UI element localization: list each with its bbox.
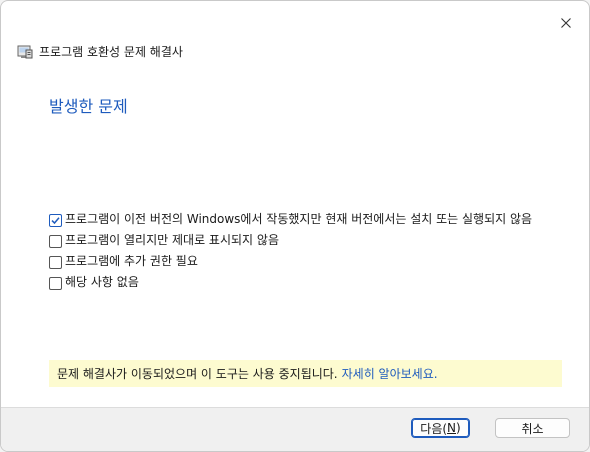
close-button[interactable] — [551, 9, 581, 37]
compatibility-troubleshooter-icon — [17, 45, 33, 58]
checkbox-unchecked[interactable] — [49, 277, 62, 290]
window-title: 프로그램 호환성 문제 해결사 — [39, 45, 183, 59]
option-not-install-or-run[interactable]: 프로그램이 이전 버전의 Windows에서 작동했지만 현재 버전에서는 설치… — [49, 212, 559, 227]
checkbox-unchecked[interactable] — [49, 256, 62, 269]
checkbox-checked[interactable] — [49, 214, 62, 227]
next-accelerator-key: N — [447, 421, 457, 435]
next-button[interactable]: 다음(N) — [411, 418, 470, 438]
option-label: 해당 사항 없음 — [65, 275, 139, 289]
troubleshooter-window: 프로그램 호환성 문제 해결사 발생한 문제 프로그램이 이전 버전의 Wind… — [0, 0, 590, 452]
cancel-button[interactable]: 취소 — [495, 418, 570, 438]
next-label-pre: 다음( — [420, 421, 448, 436]
checkbox-unchecked[interactable] — [49, 235, 62, 248]
page-title: 발생한 문제 — [49, 97, 128, 116]
option-not-applicable[interactable]: 해당 사항 없음 — [49, 275, 559, 290]
learn-more-link[interactable]: 자세히 알아보세요. — [342, 365, 438, 382]
cancel-label: 취소 — [521, 421, 544, 436]
close-icon — [561, 18, 571, 28]
option-display-incorrect[interactable]: 프로그램이 열리지만 제대로 표시되지 않음 — [49, 233, 559, 248]
option-needs-permissions[interactable]: 프로그램에 추가 권한 필요 — [49, 254, 559, 269]
option-label: 프로그램이 이전 버전의 Windows에서 작동했지만 현재 버전에서는 설치… — [65, 212, 533, 226]
next-label-post: ) — [456, 421, 461, 435]
problem-options-list: 프로그램이 이전 버전의 Windows에서 작동했지만 현재 버전에서는 설치… — [49, 212, 559, 296]
window-header: 프로그램 호환성 문제 해결사 — [17, 43, 183, 60]
checkmark-icon — [51, 217, 60, 225]
footer-bar: 다음(N) 취소 — [1, 407, 589, 451]
option-label: 프로그램이 열리지만 제대로 표시되지 않음 — [65, 233, 279, 247]
notice-text: 문제 해결사가 이동되었으며 이 도구는 사용 중지됩니다. — [57, 367, 338, 381]
deprecation-notice: 문제 해결사가 이동되었으며 이 도구는 사용 중지됩니다. 자세히 알아보세요… — [49, 360, 562, 387]
option-label: 프로그램에 추가 권한 필요 — [65, 254, 198, 268]
